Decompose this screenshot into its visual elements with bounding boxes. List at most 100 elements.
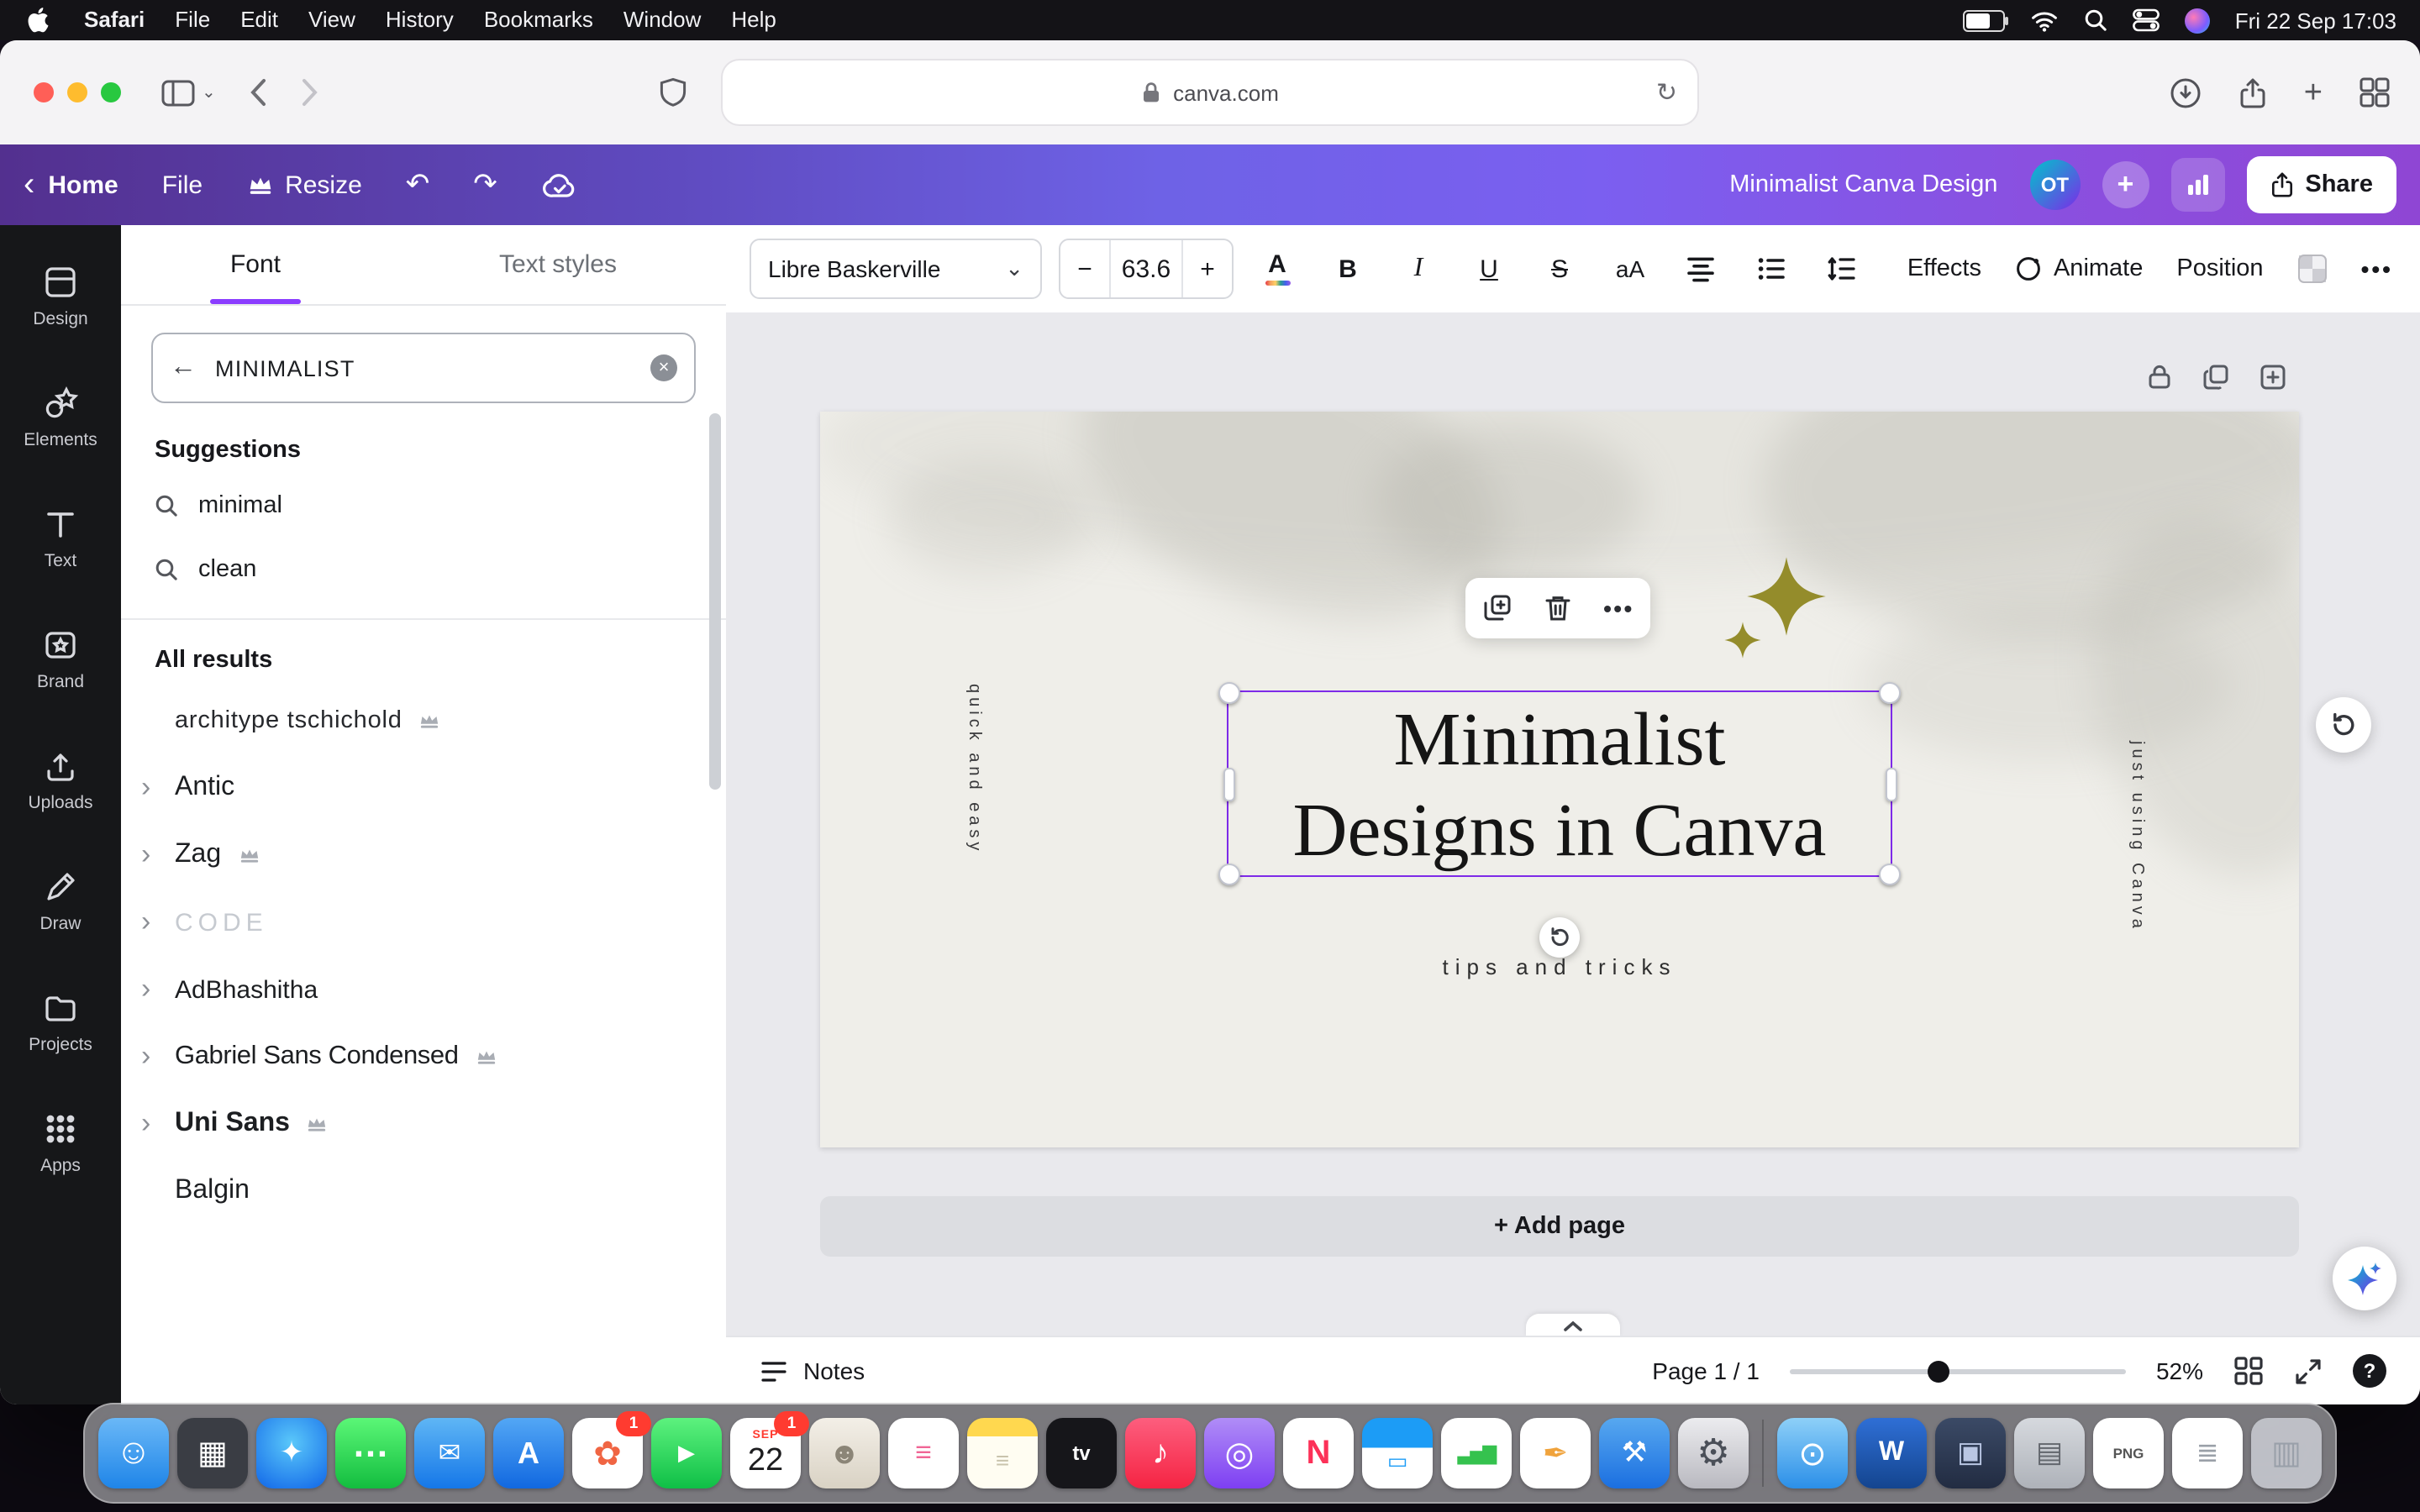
canvas-area[interactable]: quick and easy just using Canva Minimali… — [726, 312, 2420, 1337]
grid-view-button[interactable] — [2233, 1356, 2264, 1386]
delete-icon[interactable] — [1544, 593, 1571, 623]
dock-trash-icon[interactable]: ▥ — [2251, 1418, 2322, 1488]
width-handle[interactable] — [1223, 767, 1234, 801]
design-page[interactable]: quick and easy just using Canva Minimali… — [820, 412, 2299, 1147]
minimize-button[interactable] — [67, 82, 87, 102]
sidebar-item-projects[interactable]: Projects — [0, 961, 121, 1082]
menubar-app-name[interactable]: Safari — [69, 0, 160, 40]
resize-handle[interactable] — [1218, 682, 1240, 704]
menubar-item-history[interactable]: History — [371, 0, 469, 40]
zoom-level[interactable]: 52% — [2156, 1357, 2203, 1384]
dock-podcasts-icon[interactable]: ◎ — [1204, 1418, 1275, 1488]
menubar-clock[interactable]: Fri 22 Sep 17:03 — [2235, 8, 2396, 33]
tab-overview-icon[interactable] — [2360, 77, 2390, 108]
tab-font[interactable]: Font — [209, 225, 302, 304]
sidebar-item-draw[interactable]: Draw — [0, 840, 121, 961]
font-search-input[interactable] — [212, 354, 635, 382]
dock-messages-icon[interactable]: … — [335, 1418, 406, 1488]
bold-button[interactable]: B — [1321, 240, 1375, 297]
dock-news-icon[interactable]: N — [1283, 1418, 1354, 1488]
expand-chevron-icon[interactable]: › — [141, 838, 175, 872]
font-row[interactable]: › Antic — [121, 754, 726, 822]
shuffle-styles-button[interactable] — [2316, 697, 2371, 753]
font-row[interactable]: architype tschichold — [121, 687, 726, 754]
share-icon[interactable] — [2238, 76, 2267, 108]
expand-chevron-icon[interactable]: › — [141, 1107, 175, 1141]
help-button[interactable]: ? — [2353, 1354, 2386, 1388]
font-size-value[interactable]: 63.6 — [1111, 240, 1181, 297]
text-color-button[interactable]: A — [1250, 240, 1304, 297]
home-button[interactable]: ‹ Home — [24, 168, 118, 202]
menubar-item-window[interactable]: Window — [608, 0, 717, 40]
privacy-shield-icon[interactable] — [660, 77, 688, 108]
forward-button[interactable] — [302, 77, 320, 108]
add-member-button[interactable]: + — [2102, 161, 2149, 208]
font-search-box[interactable]: ← × — [151, 333, 696, 403]
more-options-button[interactable]: ••• — [2361, 255, 2393, 282]
dock-png-file-icon[interactable]: PNG — [2093, 1418, 2164, 1488]
resize-button[interactable]: Resize — [246, 171, 362, 199]
dock-launchpad-icon[interactable]: ▦ — [177, 1418, 248, 1488]
design-heading[interactable]: Minimalist Designs in Canva — [1228, 692, 1891, 875]
underline-button[interactable]: U — [1462, 240, 1516, 297]
side-text-right[interactable]: just using Canva — [2128, 741, 2146, 932]
expand-chevron-icon[interactable]: › — [141, 771, 175, 805]
avatar[interactable]: OT — [2029, 160, 2081, 210]
downloads-icon[interactable] — [2170, 76, 2202, 108]
sidebar-item-elements[interactable]: Elements — [0, 356, 121, 477]
dock-pages-icon[interactable]: ✒ — [1520, 1418, 1591, 1488]
transparency-button[interactable] — [2297, 254, 2328, 284]
zoom-slider-knob[interactable] — [1927, 1360, 1949, 1382]
spotlight-icon[interactable] — [2084, 8, 2107, 32]
dock-contacts-icon[interactable]: ☻ — [809, 1418, 880, 1488]
font-row[interactable]: › AdBhashitha — [121, 956, 726, 1023]
dock-preview-icon[interactable]: ⊙ — [1777, 1418, 1848, 1488]
dock-document-file-icon[interactable]: ≣ — [2172, 1418, 2243, 1488]
battery-icon[interactable] — [1962, 9, 2009, 31]
dock-mail-icon[interactable]: ✉ — [414, 1418, 485, 1488]
italic-button[interactable]: I — [1392, 240, 1445, 297]
dock-word-icon[interactable]: W — [1856, 1418, 1927, 1488]
redo-icon[interactable]: ↷ — [473, 168, 497, 202]
document-title[interactable]: Minimalist Canva Design — [1729, 171, 1997, 198]
sidebar-item-design[interactable]: Design — [0, 235, 121, 356]
width-handle[interactable] — [1885, 767, 1897, 801]
add-page-button[interactable]: + Add page — [820, 1196, 2299, 1257]
element-more-button[interactable]: ••• — [1603, 595, 1634, 622]
menubar-item-file[interactable]: File — [160, 0, 225, 40]
dock-finder-icon[interactable]: ☺ — [98, 1418, 169, 1488]
font-row[interactable]: › CODE — [121, 889, 726, 956]
control-center-icon[interactable] — [2132, 8, 2160, 32]
expand-chevron-icon[interactable]: › — [141, 973, 175, 1006]
share-button[interactable]: Share — [2246, 156, 2396, 213]
sidebar-chevron-icon[interactable]: ⌄ — [202, 83, 216, 102]
expand-chevron-icon[interactable]: › — [141, 906, 175, 939]
dock-settings-icon[interactable]: ⚙ — [1678, 1418, 1749, 1488]
dock-photos-icon[interactable]: ✿ 1 — [572, 1411, 651, 1488]
alignment-button[interactable] — [1674, 240, 1728, 297]
menubar-item-bookmarks[interactable]: Bookmarks — [469, 0, 608, 40]
animate-button[interactable]: Animate — [2015, 255, 2143, 282]
dock-notes-icon[interactable]: ≡ — [967, 1418, 1038, 1488]
canva-assistant-button[interactable] — [2333, 1247, 2396, 1310]
tab-text-styles[interactable]: Text styles — [492, 225, 623, 304]
subheading-text[interactable]: tips and tricks — [820, 954, 2299, 979]
position-button[interactable]: Position — [2176, 255, 2263, 282]
dock-safari-icon[interactable]: ✦ — [256, 1418, 327, 1488]
sidebar-item-brand[interactable]: Brand — [0, 598, 121, 719]
dock-facetime-icon[interactable]: ▶ — [651, 1418, 722, 1488]
menubar-item-edit[interactable]: Edit — [225, 0, 293, 40]
zoom-button[interactable] — [101, 82, 121, 102]
menubar-item-view[interactable]: View — [293, 0, 371, 40]
siri-icon[interactable] — [2184, 8, 2210, 33]
sidebar-toggle-icon[interactable]: ⌄ — [161, 78, 216, 107]
font-row[interactable]: Balgin — [121, 1158, 726, 1225]
font-row[interactable]: › Uni Sans — [121, 1090, 726, 1158]
close-button[interactable] — [34, 82, 54, 102]
address-bar[interactable]: canva.com ↻ — [723, 60, 1697, 124]
list-button[interactable] — [1744, 240, 1798, 297]
page-add-icon[interactable] — [2259, 363, 2287, 391]
fullscreen-button[interactable] — [2294, 1357, 2323, 1385]
page-lock-icon[interactable] — [2146, 363, 2173, 391]
notes-button[interactable]: Notes — [760, 1357, 865, 1384]
